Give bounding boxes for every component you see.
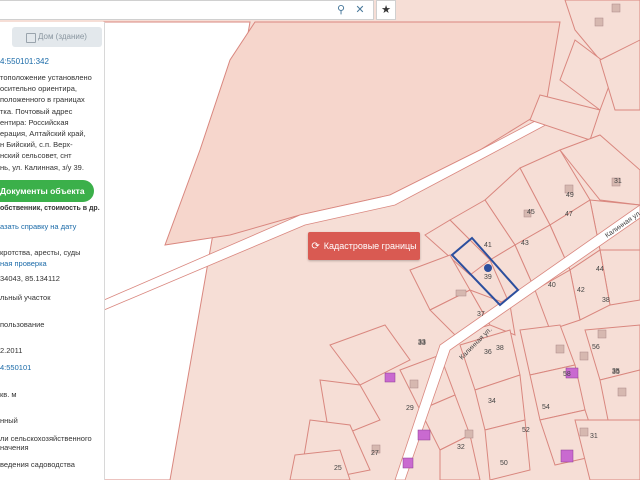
object-type: льный участок — [0, 293, 51, 302]
selected-parcel-marker[interactable] — [484, 264, 492, 272]
parcel-number: 58 — [563, 371, 571, 378]
parcel-number: 52 — [522, 427, 530, 434]
area-unit: кв. м — [0, 390, 17, 399]
parcel-number: 40 — [548, 282, 556, 289]
building-icon — [26, 33, 36, 43]
parcel-number: 29 — [406, 405, 414, 412]
parcel-number: 45 — [527, 209, 535, 216]
parcel-number: 25 — [334, 465, 342, 472]
status: нный — [0, 416, 18, 425]
registration-date: 2.2011 — [0, 346, 23, 355]
search-bar[interactable]: ⚲ ✕ — [0, 0, 374, 20]
address-line: тка. Почтовый адрес — [0, 106, 73, 116]
parcel-number: 41 — [484, 242, 492, 249]
parcel-number: 32 — [457, 444, 465, 451]
documents-button[interactable]: Документы объекта 🗎 — [0, 180, 94, 218]
parcel-number: 38 — [496, 345, 504, 352]
risks-label: кротства, аресты, суды — [0, 248, 81, 257]
address-line: ентира: Российская — [0, 117, 69, 127]
cadastral-number[interactable]: 4:550101:342 — [0, 57, 49, 66]
parcel-number: 49 — [566, 192, 574, 199]
parcel-number: 36 — [484, 349, 492, 356]
address-line: нь, ул. Калинная, з/у 39. — [0, 162, 84, 172]
parcel-number: 50 — [500, 460, 508, 467]
parcel-number: 31 — [614, 178, 622, 185]
cadastral-boundaries-button[interactable]: ⟳ Кадастровые границы — [308, 232, 420, 260]
parcel-number: 34 — [488, 398, 496, 405]
parcel-number: 54 — [542, 404, 550, 411]
category-line: ли сельскохозяйственного — [0, 434, 92, 443]
tab-building[interactable]: Дом (здание) — [12, 27, 102, 47]
documents-button-label: Документы объекта — [0, 186, 85, 196]
quarter-number[interactable]: 4:550101 — [0, 363, 31, 372]
parcel-number: 47 — [565, 211, 573, 218]
parcel-number: 35 — [612, 369, 620, 376]
address-line: тоположение установлено — [0, 73, 92, 82]
parcel-number: 56 — [592, 344, 600, 351]
refresh-icon: ⟳ — [311, 241, 320, 252]
address-block: тоположение установлено осительно ориент… — [0, 72, 104, 173]
address-line: положенного в границах — [0, 95, 85, 105]
order-report-link[interactable]: азать справку на дату — [0, 222, 76, 231]
object-info-panel: Дом (здание) 4:550101:342 тоположение ус… — [0, 22, 105, 480]
parcel-number: 33 — [418, 340, 426, 347]
address-line: осительно ориентира, — [0, 84, 77, 94]
parcel-number: 39 — [484, 274, 492, 281]
address-line: н Бийский, с.п. Верх- — [0, 140, 73, 150]
search-icon[interactable]: ⚲ — [335, 4, 347, 16]
parcel-number: 44 — [596, 266, 604, 273]
parcel-number: 42 — [577, 287, 585, 294]
usage-type: пользование — [0, 320, 45, 329]
cadastral-boundaries-label: Кадастровые границы — [323, 241, 417, 251]
search-input[interactable] — [4, 3, 328, 19]
permitted-use: ведения садоводства — [0, 460, 75, 469]
address-line: ерация, Алтайский край, — [0, 129, 86, 139]
category-line: начения — [0, 443, 29, 452]
parcel-number: 38 — [602, 297, 610, 304]
parcel-number: 27 — [371, 450, 379, 457]
star-icon[interactable]: ★ — [376, 0, 396, 20]
documents-subtext: обственник, стоимость в др. — [0, 205, 100, 212]
close-icon[interactable]: ✕ — [354, 4, 366, 16]
parcel-number: 37 — [477, 311, 485, 318]
tab-building-label: Дом (здание) — [38, 32, 87, 41]
risks-check-link[interactable]: ная проверка — [0, 259, 47, 268]
coordinates: 34043, 85.134112 — [0, 274, 60, 283]
parcel-number: 31 — [590, 433, 598, 440]
parcel-number: 43 — [521, 240, 529, 247]
address-line: нский сельсовет, снт — [0, 151, 72, 161]
